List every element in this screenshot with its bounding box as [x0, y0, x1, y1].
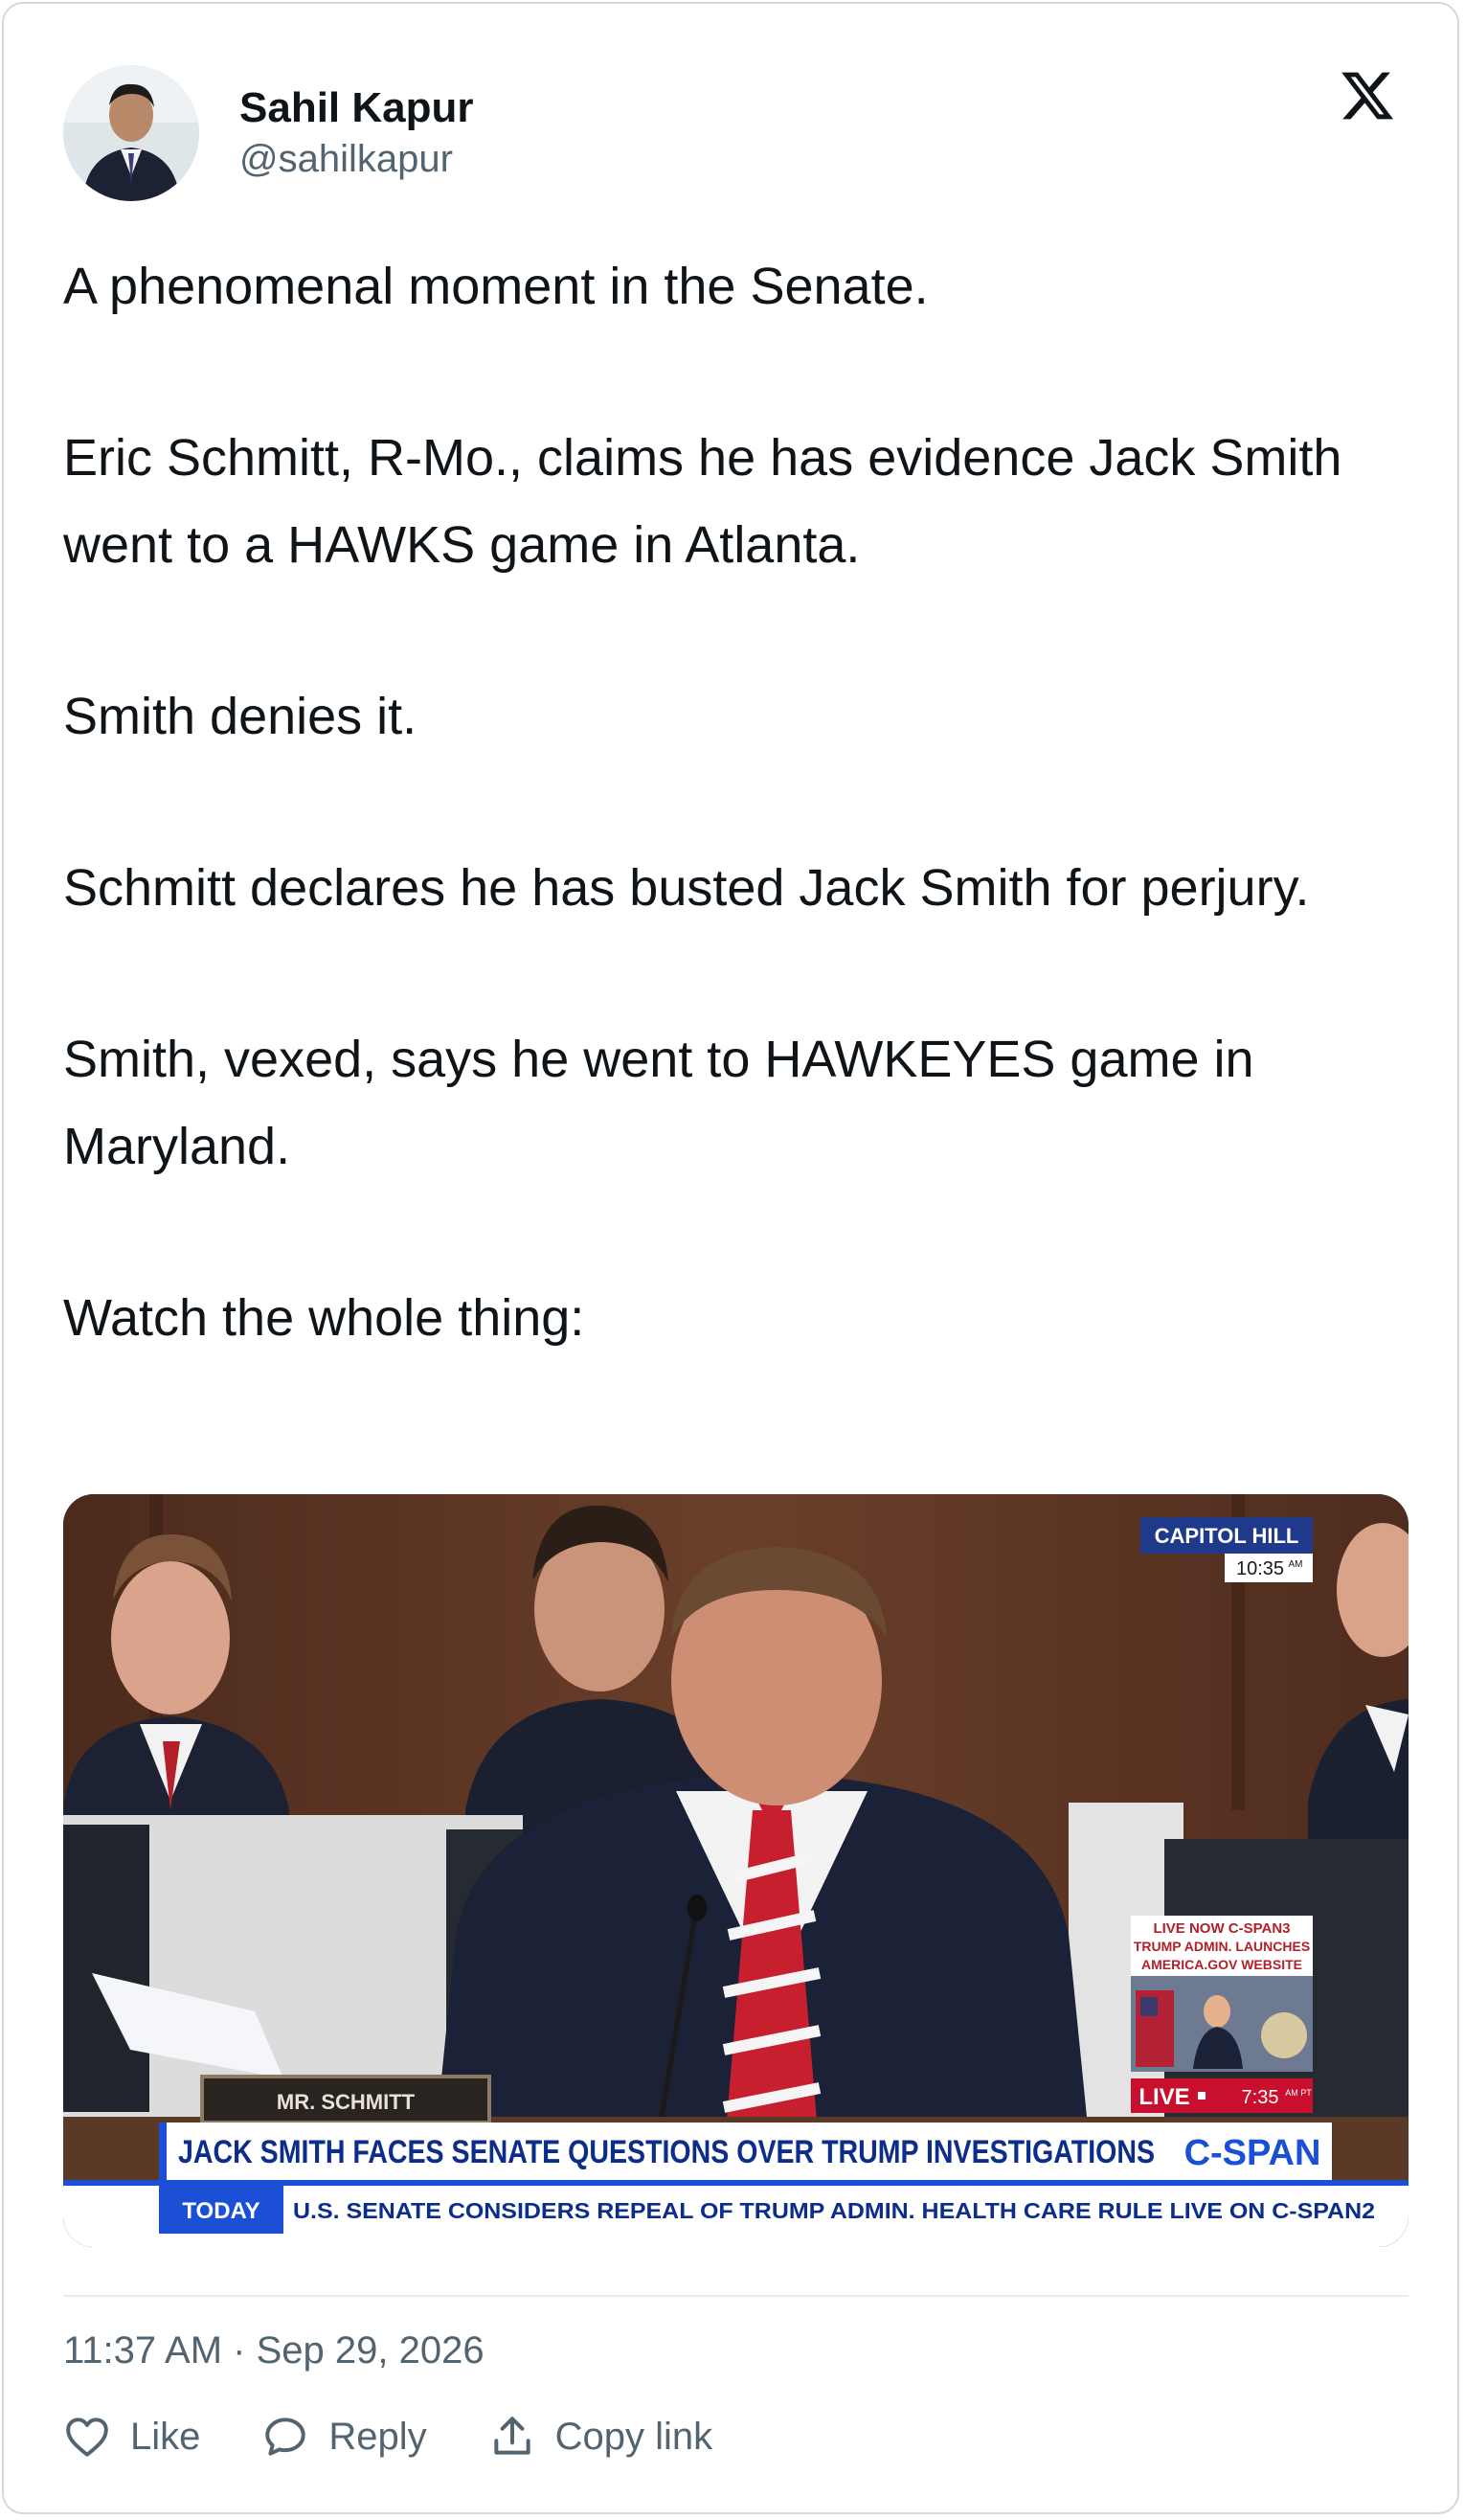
copy-link-label: Copy link: [554, 2415, 713, 2458]
tweet-timestamp[interactable]: 11:37 AM · Sep 29, 2026: [63, 2326, 485, 2375]
live-time-suffix: AM PT: [1285, 2088, 1312, 2098]
video-frame: MR. SCHMITT CAPITOL HILL 10:35 AM LIVE N…: [63, 1494, 1409, 2247]
divider: [63, 2295, 1409, 2297]
tweet-paragraph: Smith denies it.: [63, 688, 417, 745]
nameplate: MR. SCHMITT: [277, 2090, 416, 2114]
location-time: 10:35: [1236, 1558, 1284, 1579]
reply-button[interactable]: Reply: [261, 2413, 427, 2461]
author-handle[interactable]: @sahilkapur: [239, 134, 474, 184]
tweet-text: A phenomenal moment in the Senate. Eric …: [63, 243, 1404, 1362]
tweet-paragraph: A phenomenal moment in the Senate.: [63, 258, 929, 315]
author-block: Sahil Kapur @sahilkapur: [239, 82, 474, 184]
chyron: JACK SMITH FACES SENATE QUESTIONS OVER T…: [178, 2134, 1155, 2170]
like-button[interactable]: Like: [63, 2413, 200, 2461]
tweet-paragraph: Eric Schmitt, R-Mo., claims he has evide…: [63, 429, 1357, 574]
pip-line: AMERICA.GOV WEBSITE: [1141, 1957, 1302, 1972]
avatar[interactable]: [63, 65, 199, 201]
share-upload-icon: [488, 2413, 536, 2461]
heart-icon: [63, 2413, 111, 2461]
tweet-header: Sahil Kapur @sahilkapur: [63, 65, 474, 201]
reply-label: Reply: [328, 2415, 427, 2458]
pip-line: TRUMP ADMIN. LAUNCHES: [1134, 1939, 1310, 1954]
ticker-label: TODAY: [182, 2198, 259, 2224]
tweet-paragraph: Watch the whole thing:: [63, 1289, 585, 1347]
video-media[interactable]: MR. SCHMITT CAPITOL HILL 10:35 AM LIVE N…: [63, 1494, 1409, 2247]
live-time: 7:35: [1242, 2087, 1279, 2108]
tweet-paragraph: Smith, vexed, says he went to HAWKEYES g…: [63, 1031, 1269, 1175]
x-logo-icon[interactable]: [1339, 67, 1396, 125]
ticker-text: U.S. SENATE CONSIDERS REPEAL OF TRUMP AD…: [293, 2198, 1375, 2223]
location-bug: CAPITOL HILL: [1155, 1524, 1299, 1548]
speech-bubble-icon: [261, 2413, 309, 2461]
location-time-suffix: AM: [1289, 1559, 1303, 1570]
author-name[interactable]: Sahil Kapur: [239, 82, 474, 134]
pip-line: LIVE NOW C-SPAN3: [1153, 1920, 1290, 1937]
copy-link-button[interactable]: Copy link: [488, 2413, 713, 2461]
tweet-paragraph: Schmitt declares he has busted Jack Smit…: [63, 859, 1310, 917]
live-label: LIVE: [1138, 2084, 1189, 2110]
cspan-logo: C-SPAN: [1184, 2133, 1321, 2173]
like-label: Like: [130, 2415, 201, 2458]
avatar-image: [63, 65, 199, 201]
action-bar: Like Reply Copy link: [63, 2406, 774, 2467]
tweet-card: Sahil Kapur @sahilkapur A phenomenal mom…: [2, 2, 1459, 2514]
